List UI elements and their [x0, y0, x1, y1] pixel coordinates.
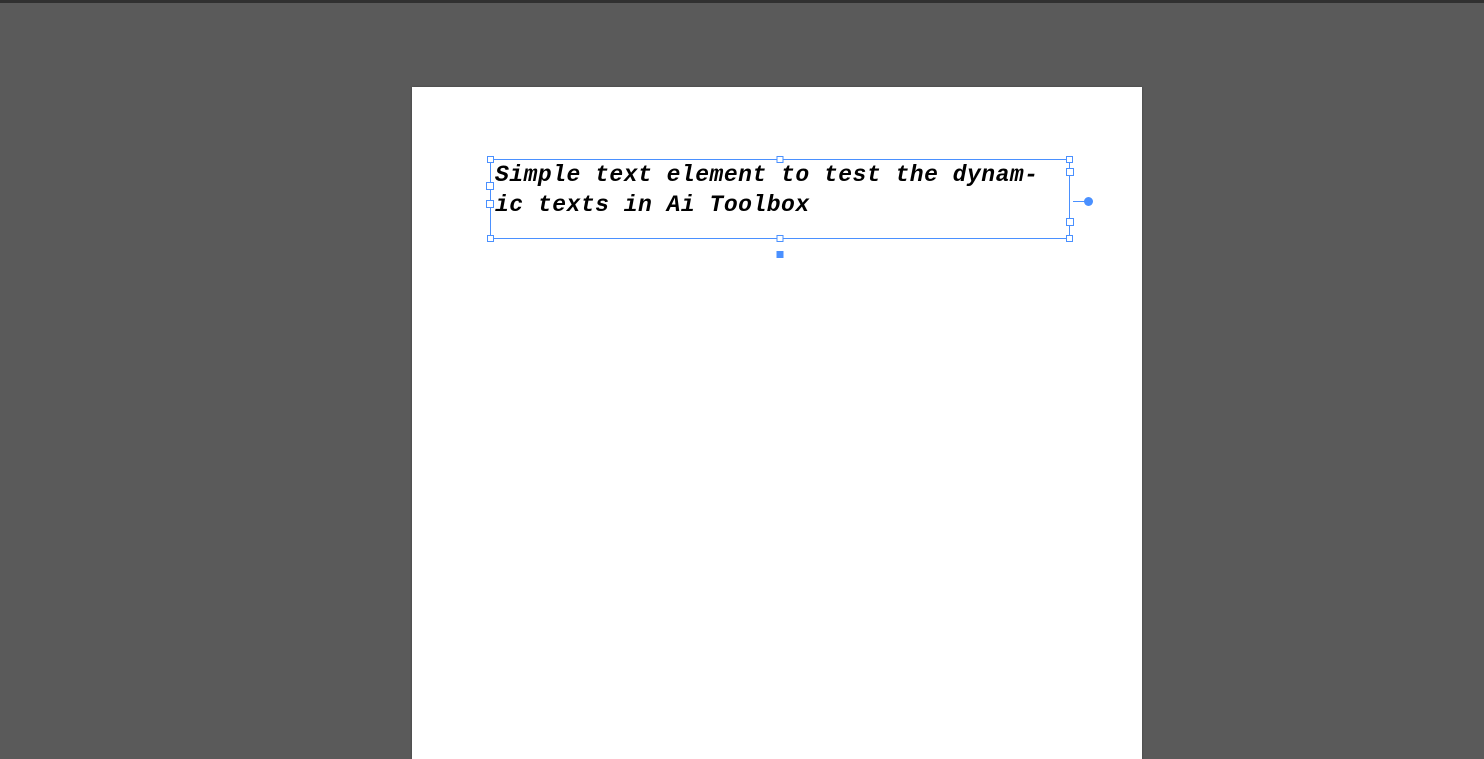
- text-outport-icon[interactable]: [1066, 218, 1074, 226]
- text-inport-icon[interactable]: [486, 182, 494, 190]
- document-workspace[interactable]: Simple text element to test the dynam- i…: [0, 3, 1484, 759]
- text-frame[interactable]: Simple text element to test the dynam- i…: [490, 159, 1070, 239]
- text-frame-content[interactable]: Simple text element to test the dynam- i…: [495, 160, 1065, 220]
- selection-handle-top-right[interactable]: [1066, 156, 1073, 163]
- selection-handle-right-upper[interactable]: [1066, 168, 1074, 176]
- text-line-1[interactable]: Simple text element to test the dynam-: [495, 162, 1039, 188]
- text-thread-end-icon[interactable]: [1084, 197, 1093, 206]
- text-line-2[interactable]: ic texts in Ai Toolbox: [495, 192, 810, 218]
- area-type-bottom-handle-icon[interactable]: [777, 251, 784, 258]
- selection-handle-bottom-right[interactable]: [1066, 235, 1073, 242]
- selection-handle-top-center[interactable]: [777, 156, 784, 163]
- text-frame-selection[interactable]: Simple text element to test the dynam- i…: [490, 159, 1070, 239]
- selection-handle-left-mid[interactable]: [486, 200, 494, 208]
- selection-handle-bottom-center[interactable]: [777, 235, 784, 242]
- selection-handle-top-left[interactable]: [487, 156, 494, 163]
- selection-handle-bottom-left[interactable]: [487, 235, 494, 242]
